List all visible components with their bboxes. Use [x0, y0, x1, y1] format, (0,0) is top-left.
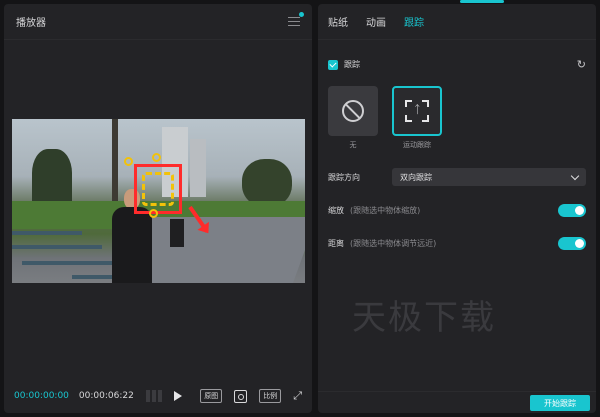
watermark: 天极下载 [352, 298, 496, 338]
player-header: 播放器 [4, 4, 312, 40]
option-motion-tracking[interactable]: ᛏ [392, 86, 442, 136]
motion-tracking-icon: ᛏ [405, 100, 429, 122]
video-preview[interactable] [12, 119, 305, 283]
bench [22, 261, 118, 265]
distance-hint: (跟随选中物体调节远近) [350, 239, 437, 248]
player-panel: 播放器 00:00:00:00 00:00:06:22 原图 比例 ⤢ [4, 4, 312, 413]
reset-icon[interactable]: ↻ [577, 58, 586, 71]
scale-hint: (跟随选中物体缩放) [350, 206, 421, 215]
distance-label: 距离 [328, 239, 344, 248]
tab-sticker[interactable]: 贴纸 [328, 14, 348, 29]
background-building [190, 139, 206, 197]
tab-tracking[interactable]: 跟踪 [404, 14, 424, 29]
tab-bar: 贴纸 动画 跟踪 [318, 4, 596, 40]
settings-panel: 贴纸 动画 跟踪 跟踪 ↻ 无 ᛏ 运动跟踪 跟踪方向 双向跟踪 缩放 (跟随选… [318, 4, 596, 413]
fullscreen-icon[interactable]: ⤢ [293, 389, 302, 403]
waveform-icon [145, 390, 162, 402]
tracking-box[interactable] [134, 164, 182, 214]
menu-icon[interactable] [288, 11, 304, 27]
direction-row: 跟踪方向 双向跟踪 [328, 168, 586, 186]
distance-toggle[interactable] [558, 237, 586, 250]
bench [12, 231, 82, 235]
scale-label: 缩放 [328, 206, 344, 215]
top-accent-bar [460, 0, 504, 3]
tracking-label: 跟踪 [344, 60, 360, 69]
tree [242, 159, 292, 207]
fit-view-icon[interactable] [234, 389, 248, 403]
tracking-inner-box [142, 172, 174, 206]
start-tracking-button[interactable]: 开始跟踪 [530, 395, 590, 411]
bench [12, 245, 102, 249]
tab-animation[interactable]: 动画 [366, 14, 386, 29]
chevron-down-icon [570, 171, 580, 180]
scale-toggle[interactable] [558, 204, 586, 217]
notification-dot [299, 11, 304, 17]
ratio-button[interactable]: 比例 [259, 389, 282, 403]
play-icon[interactable] [173, 391, 182, 401]
direction-label: 跟踪方向 [328, 172, 360, 182]
rotate-handle[interactable] [124, 157, 133, 166]
resize-handle-top[interactable] [152, 153, 161, 162]
original-image-button[interactable]: 原图 [200, 389, 223, 403]
ban-icon [342, 100, 364, 122]
playback-controls: 00:00:00:00 00:00:06:22 原图 比例 ⤢ [4, 379, 312, 413]
scale-row: 缩放 (跟随选中物体缩放) [328, 204, 586, 217]
option-none-label: 无 [349, 141, 357, 149]
direction-value: 双向跟踪 [400, 172, 432, 182]
tree [32, 149, 72, 209]
total-time: 00:00:06:22 [78, 391, 134, 401]
tracking-checkbox[interactable] [328, 59, 338, 70]
current-time: 00:00:00:00 [14, 391, 69, 401]
tracking-toggle-row: 跟踪 ↻ [328, 58, 586, 71]
trash-bin [170, 219, 184, 247]
distance-row: 距离 (跟随选中物体调节远近) [328, 237, 586, 250]
option-motion-tracking-label: 运动跟踪 [403, 141, 431, 149]
option-none[interactable] [328, 86, 378, 136]
panel-footer: 开始跟踪 [318, 391, 596, 413]
player-title: 播放器 [16, 18, 46, 29]
resize-handle-bottom[interactable] [149, 209, 158, 218]
direction-select[interactable]: 双向跟踪 [392, 168, 586, 186]
